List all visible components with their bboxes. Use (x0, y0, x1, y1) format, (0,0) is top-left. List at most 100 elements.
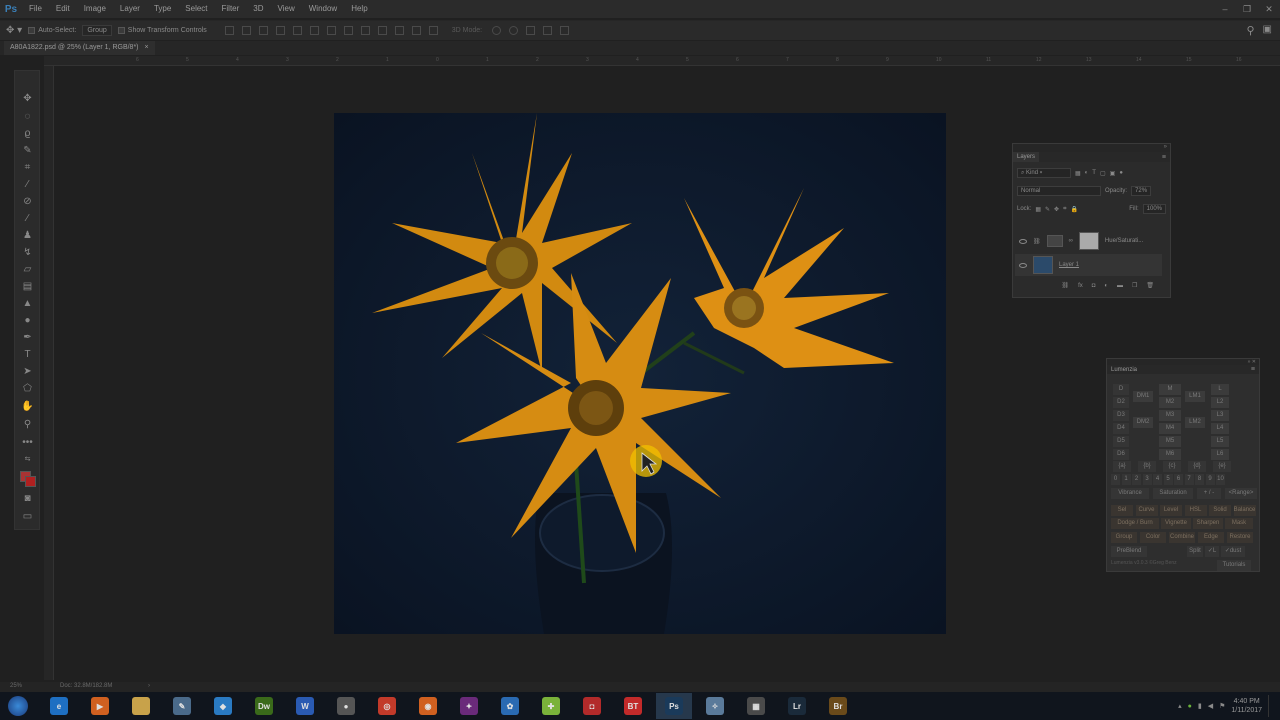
lumenzia-light-button[interactable]: L2 (1211, 397, 1229, 408)
restore-button[interactable]: ❐ (1236, 0, 1258, 18)
lumenzia-dark-button[interactable]: D (1113, 384, 1129, 395)
history-brush-tool-icon[interactable]: ↯ (21, 247, 34, 259)
auto-align-icon[interactable] (428, 26, 438, 35)
layer-name[interactable]: Hue/Saturati... (1105, 238, 1143, 244)
distribute-bottom-icon[interactable] (360, 26, 370, 35)
background-color-swatch[interactable] (25, 476, 36, 487)
link-layers-icon[interactable]: ⛓ (1061, 282, 1069, 289)
layers-tab[interactable]: Layers (1013, 152, 1040, 162)
lasso-tool-icon[interactable]: ϱ (21, 128, 34, 140)
lumenzia-dark-button[interactable]: D5 (1113, 436, 1129, 447)
lumenzia-number-button[interactable]: 9 (1205, 474, 1215, 485)
eraser-tool-icon[interactable]: ▱ (21, 264, 34, 276)
blend-mode-select[interactable]: Normal (1017, 186, 1101, 196)
menu-layer[interactable]: Layer (113, 0, 147, 18)
zoom-tool-icon[interactable]: ⚲ (21, 419, 34, 431)
lumenzia-number-button[interactable]: 4 (1153, 474, 1162, 485)
menu-select[interactable]: Select (178, 0, 214, 18)
lumenzia-vib-button[interactable]: <Range> (1225, 488, 1257, 499)
lumenzia-action-button[interactable]: Edge (1198, 532, 1224, 543)
eyedropper-tool-icon[interactable]: ⁄ (21, 179, 34, 191)
lumenzia-dark-button[interactable]: D3 (1113, 410, 1129, 421)
layer-style-icon[interactable]: fx (1078, 283, 1083, 289)
lumenzia-mid-button[interactable]: M2 (1159, 397, 1181, 408)
lock-position-icon[interactable]: ✥ (1054, 206, 1059, 213)
screen-mode-icon[interactable]: ▭ (21, 511, 34, 523)
close-tab-icon[interactable]: × (145, 41, 149, 55)
distribute-left-icon[interactable] (377, 26, 387, 35)
menu-file[interactable]: File (22, 0, 49, 18)
lumenzia-action-button[interactable]: Sharpen (1193, 518, 1223, 529)
minimize-button[interactable]: – (1214, 0, 1236, 18)
document-tab[interactable]: A80A1822.psd @ 25% (Layer 1, RGB/8*) × (4, 41, 155, 55)
align-left-icon[interactable] (275, 26, 285, 35)
align-right-icon[interactable] (309, 26, 319, 35)
lumenzia-vib-button[interactable]: Vibrance (1111, 488, 1149, 499)
visibility-eye-icon[interactable] (1019, 238, 1027, 244)
taskbar-app13-button[interactable]: ✚ (533, 693, 569, 719)
flag-icon[interactable]: ⚑ (1219, 702, 1225, 710)
lumenzia-tutorials-button[interactable]: Tutorials (1217, 560, 1251, 571)
layer-mask-thumbnail[interactable] (1078, 232, 1099, 250)
lumenzia-action-button[interactable]: Color (1140, 532, 1166, 543)
menu-type[interactable]: Type (147, 0, 178, 18)
3d-slide-icon[interactable] (543, 26, 553, 35)
taskbar-firefox-button[interactable]: ◉ (410, 693, 446, 719)
align-top-icon[interactable] (224, 26, 234, 35)
filter-pixel-icon[interactable]: ▦ (1075, 170, 1081, 177)
menu-help[interactable]: Help (344, 0, 374, 18)
volume-icon[interactable]: ◀ (1208, 702, 1213, 710)
shape-tool-icon[interactable]: ⬠ (21, 383, 34, 395)
filter-shape-icon[interactable]: ▢ (1100, 170, 1106, 177)
document-canvas[interactable] (334, 113, 946, 634)
collapse-icon[interactable]: » (1164, 144, 1167, 152)
taskbar-app17-button[interactable]: ✧ (697, 693, 733, 719)
lumenzia-action-button[interactable]: ✓dust (1221, 546, 1245, 557)
healing-brush-tool-icon[interactable]: ⊘ (21, 196, 34, 208)
auto-select-checkbox[interactable]: Auto-Select: (28, 27, 76, 34)
lumenzia-action-button[interactable]: Split (1187, 546, 1203, 557)
lumenzia-number-button[interactable]: 5 (1163, 474, 1173, 485)
lumenzia-action-button[interactable]: Combine (1169, 532, 1195, 543)
lumenzia-action-button[interactable]: Solid (1209, 505, 1231, 516)
tray-up-icon[interactable]: ▴ (1178, 702, 1182, 710)
lumenzia-number-button[interactable]: 8 (1195, 474, 1204, 485)
clock[interactable]: 4:40 PM 1/11/2017 (1231, 697, 1262, 715)
lumenzia-dark-mid-button[interactable]: DM2 (1133, 417, 1153, 428)
lumenzia-mid-button[interactable]: M5 (1159, 436, 1181, 447)
lumenzia-mid-button[interactable]: M3 (1159, 410, 1181, 421)
show-desktop-button[interactable] (1268, 695, 1274, 717)
lumenzia-zone-button[interactable]: {a} (1113, 461, 1131, 472)
lumenzia-number-button[interactable]: 1 (1121, 474, 1131, 485)
lumenzia-light-button[interactable]: L4 (1211, 423, 1229, 434)
lumenzia-action-button[interactable]: Sel (1111, 505, 1133, 516)
auto-select-dropdown[interactable]: Group (82, 25, 112, 36)
panel-menu-icon[interactable]: ≡ (1162, 154, 1166, 161)
layer-name[interactable]: Layer 1 (1059, 262, 1079, 268)
visibility-eye-icon[interactable] (1019, 262, 1027, 268)
lumenzia-number-button[interactable]: 2 (1132, 474, 1141, 485)
lumenzia-action-button[interactable]: Balance (1233, 505, 1256, 516)
taskbar-explorer-button[interactable] (123, 693, 159, 719)
show-transform-checkbox[interactable]: Show Transform Controls (117, 27, 207, 34)
quick-select-tool-icon[interactable]: ✎ (21, 145, 34, 157)
new-layer-icon[interactable]: ❐ (1132, 282, 1137, 289)
menu-edit[interactable]: Edit (49, 0, 77, 18)
marquee-tool-icon[interactable]: ◌ (21, 111, 34, 123)
taskbar-word-button[interactable]: W (287, 693, 323, 719)
lumenzia-vib-button[interactable]: + / - (1197, 488, 1221, 499)
lumenzia-dark-button[interactable]: D2 (1113, 397, 1129, 408)
filter-type-icon[interactable]: T (1092, 170, 1096, 176)
taskbar-ie-button[interactable]: e (41, 693, 77, 719)
lumenzia-mid-button[interactable]: M4 (1159, 423, 1181, 434)
layer-row[interactable]: ⛓ ∞ Hue/Saturati... (1015, 230, 1162, 252)
start-button[interactable] (0, 693, 36, 719)
taskbar-app11-button[interactable]: ✦ (451, 693, 487, 719)
lumenzia-action-button[interactable]: Vignette (1161, 518, 1191, 529)
lumenzia-light-button[interactable]: L5 (1211, 436, 1229, 447)
new-adjustment-icon[interactable]: ◐ (1104, 283, 1108, 289)
lumenzia-number-button[interactable]: 10 (1216, 474, 1225, 485)
lumenzia-number-button[interactable]: 0 (1111, 474, 1120, 485)
lumenzia-light-mid-button[interactable]: LM1 (1185, 391, 1205, 402)
taskbar-tool2-button[interactable]: ◆ (205, 693, 241, 719)
